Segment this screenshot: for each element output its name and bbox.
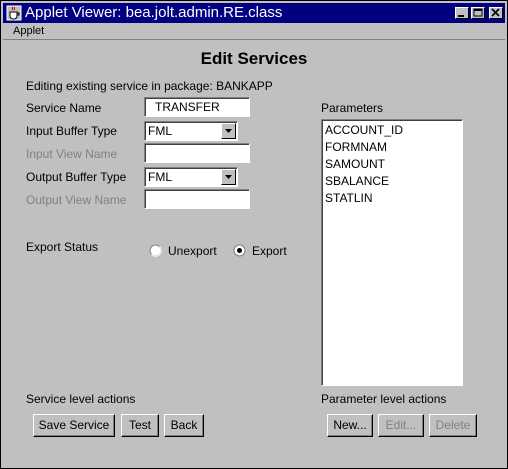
- list-item[interactable]: SBALANCE: [325, 174, 389, 188]
- new-parameter-button[interactable]: New...: [327, 414, 373, 437]
- input-view-field[interactable]: [144, 143, 250, 163]
- minimize-button[interactable]: [455, 7, 469, 19]
- parameters-label: Parameters: [321, 101, 384, 115]
- chevron-down-icon[interactable]: [221, 123, 236, 139]
- delete-parameter-button: Delete: [429, 414, 477, 437]
- list-item[interactable]: STATLIN: [325, 191, 373, 205]
- input-view-label: Input View Name: [26, 147, 118, 161]
- back-button[interactable]: Back: [164, 414, 204, 437]
- unexport-label[interactable]: Unexport: [168, 244, 217, 258]
- unexport-radio[interactable]: [149, 244, 162, 257]
- input-buffer-value: FML: [148, 124, 172, 138]
- save-service-button[interactable]: Save Service: [33, 414, 115, 437]
- service-name-label: Service Name: [26, 101, 102, 115]
- page-title: Edit Services: [200, 49, 308, 68]
- output-buffer-value: FML: [148, 170, 172, 184]
- output-view-label: Output View Name: [26, 193, 127, 207]
- close-button[interactable]: [489, 7, 503, 19]
- parameter-actions-label: Parameter level actions: [321, 392, 447, 406]
- package-subtitle: Editing existing service in package: BAN…: [26, 79, 273, 93]
- test-button[interactable]: Test: [121, 414, 159, 437]
- maximize-button[interactable]: [471, 7, 485, 19]
- title-bar[interactable]: Applet Viewer: bea.jolt.admin.RE.class: [3, 3, 505, 23]
- menu-bar: Applet: [3, 23, 505, 40]
- java-cup-icon[interactable]: [6, 5, 22, 21]
- list-item[interactable]: ACCOUNT_ID: [325, 123, 403, 137]
- list-item[interactable]: FORMNAM: [325, 140, 387, 154]
- menu-applet[interactable]: Applet: [13, 25, 44, 37]
- applet-window: Applet Viewer: bea.jolt.admin.RE.class A…: [0, 0, 508, 469]
- input-buffer-label: Input Buffer Type: [26, 124, 117, 138]
- list-item[interactable]: SAMOUNT: [325, 157, 385, 171]
- parameters-list[interactable]: ACCOUNT_ID FORMNAM SAMOUNT SBALANCE STAT…: [321, 119, 463, 386]
- edit-parameter-button: Edit...: [378, 414, 424, 437]
- edit-services-panel: Edit Services Editing existing service i…: [3, 41, 505, 466]
- service-actions-label: Service level actions: [26, 392, 136, 406]
- export-radio[interactable]: [233, 244, 246, 257]
- service-name-field[interactable]: TRANSFER: [144, 97, 250, 117]
- export-status-label: Export Status: [26, 240, 99, 254]
- output-buffer-label: Output Buffer Type: [26, 170, 127, 184]
- output-buffer-select[interactable]: FML: [144, 167, 238, 187]
- chevron-down-icon[interactable]: [221, 169, 236, 185]
- output-view-field[interactable]: [144, 189, 250, 209]
- window-title: Applet Viewer: bea.jolt.admin.RE.class: [25, 4, 283, 21]
- export-label[interactable]: Export: [252, 244, 287, 258]
- input-buffer-select[interactable]: FML: [144, 121, 238, 141]
